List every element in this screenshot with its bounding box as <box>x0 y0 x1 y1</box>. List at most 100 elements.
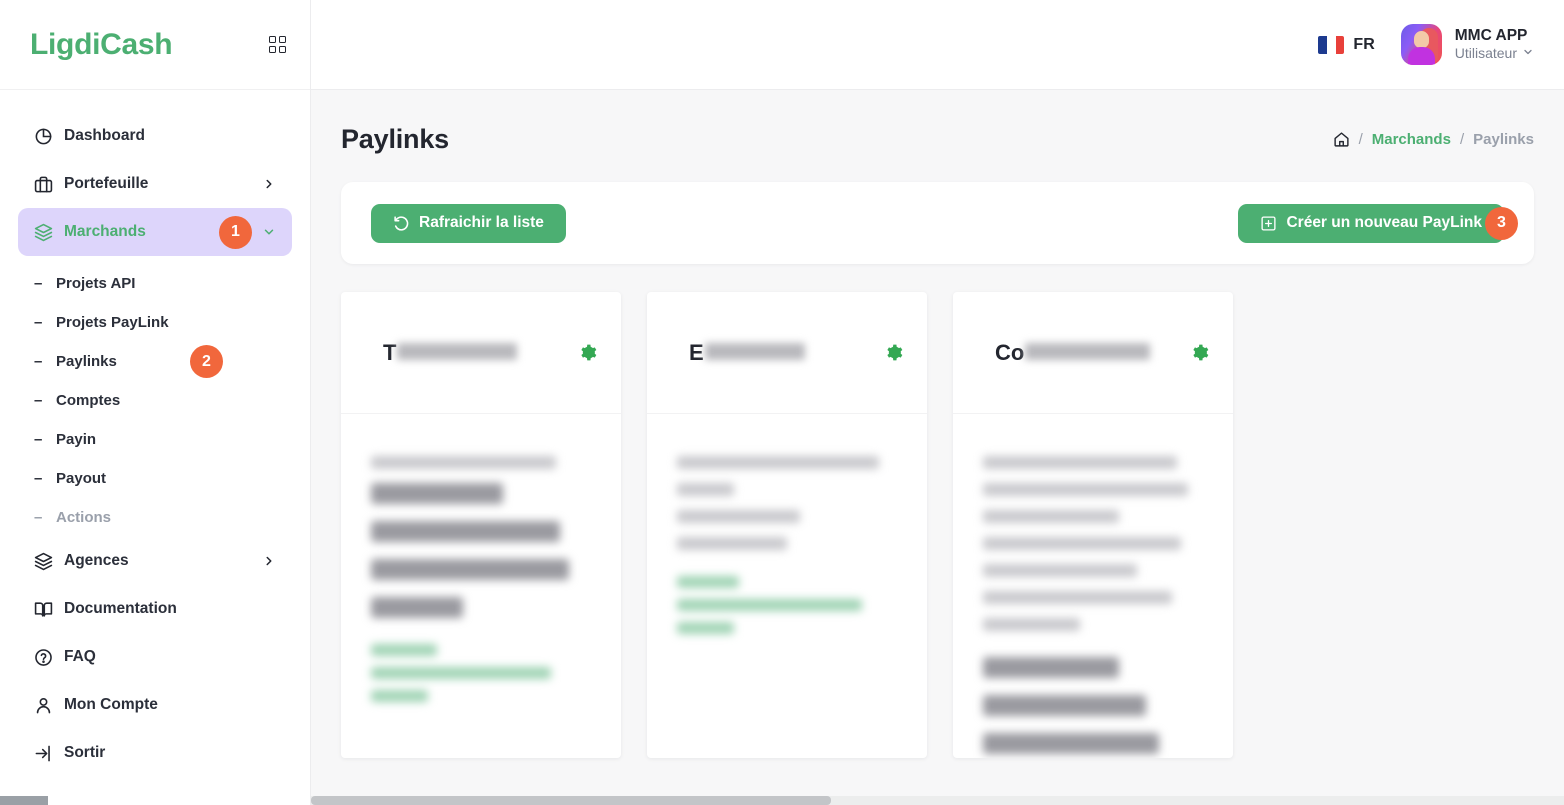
gear-icon[interactable] <box>1190 343 1209 362</box>
layers-icon <box>34 552 64 571</box>
horizontal-scrollbar[interactable] <box>311 796 1564 805</box>
sidebar-item-faq[interactable]: FAQ <box>18 633 292 681</box>
sidebar-subitem-payin[interactable]: – Payin <box>18 420 292 459</box>
sidebar-item-documentation[interactable]: Documentation <box>18 585 292 633</box>
sidebar-item-label: Portefeuille <box>64 175 149 192</box>
redacted-line <box>371 559 569 580</box>
user-role-label: Utilisateur <box>1454 45 1517 62</box>
redacted-line <box>677 537 787 550</box>
card-title: E <box>689 340 805 366</box>
redacted-line <box>983 733 1159 754</box>
sidebar-item-mon-compte[interactable]: Mon Compte <box>18 681 292 729</box>
paylink-card[interactable]: E <box>647 292 927 758</box>
dash-marker: – <box>34 392 43 409</box>
sidebar-item-agences[interactable]: Agences <box>18 537 292 585</box>
card-body <box>647 414 927 758</box>
sidebar-item-label: Sortir <box>64 744 106 761</box>
sidebar-subitem-actions[interactable]: – Actions <box>18 498 292 537</box>
redacted-line <box>983 618 1080 631</box>
sidebar-subitem-projets-api[interactable]: – Projets API <box>18 264 292 303</box>
avatar <box>1400 24 1442 65</box>
home-icon[interactable] <box>1333 131 1350 148</box>
sidebar-subitem-label: Projets API <box>56 275 136 292</box>
sidebar-badge-paylinks: 2 <box>190 345 223 378</box>
plus-square-icon <box>1260 215 1277 232</box>
sidebar-item-marchands[interactable]: Marchands 1 <box>18 208 292 256</box>
card-title-text: E <box>689 339 704 365</box>
sidebar-item-label: Mon Compte <box>64 696 158 713</box>
sidebar: LigdiCash Dashboard Portefeuille Marchan… <box>0 0 311 805</box>
redacted-line <box>677 510 801 523</box>
layers-icon <box>34 223 64 242</box>
redacted-line <box>371 483 503 504</box>
redacted-line <box>371 521 561 542</box>
sidebar-nav: Dashboard Portefeuille Marchands 1 – Pro… <box>0 90 310 805</box>
dash-marker: – <box>34 275 43 292</box>
paylink-card[interactable]: Co <box>953 292 1233 758</box>
sidebar-item-dashboard[interactable]: Dashboard <box>18 112 292 160</box>
refresh-list-button[interactable]: Rafraichir la liste <box>371 203 566 243</box>
toolbar: Rafraichir la liste Créer un nouveau Pay… <box>341 182 1534 264</box>
create-paylink-label: Créer un nouveau PayLink <box>1286 214 1482 231</box>
dash-marker: – <box>34 353 43 370</box>
sidebar-subitem-label: Payin <box>56 431 97 448</box>
sidebar-item-portefeuille[interactable]: Portefeuille <box>18 160 292 208</box>
breadcrumb-separator: / <box>1459 130 1465 148</box>
chevron-right-icon <box>262 554 276 568</box>
content-area: Paylinks / Marchands / Paylinks Rafraich… <box>311 90 1564 805</box>
topbar: FR MMC APP Utilisateur <box>311 0 1564 90</box>
gear-icon[interactable] <box>884 343 903 362</box>
sidebar-item-label: Documentation <box>64 600 177 617</box>
card-title-text: T <box>383 339 397 365</box>
sidebar-item-label: Dashboard <box>64 127 145 144</box>
redacted-line <box>983 591 1173 604</box>
chevron-down-icon[interactable] <box>262 225 276 239</box>
user-meta: MMC APP Utilisateur <box>1455 26 1534 63</box>
create-paylink-badge: 3 <box>1485 206 1518 240</box>
redacted-line <box>983 537 1181 550</box>
breadcrumb-separator: / <box>1358 130 1363 148</box>
badge-slot: 2 <box>117 345 276 378</box>
sidebar-item-sortir[interactable]: Sortir <box>18 729 292 777</box>
paylink-cards-scroller[interactable]: T E Co <box>341 292 1534 762</box>
sidebar-subitem-label: Projets PayLink <box>56 314 169 331</box>
sidebar-subitem-payout[interactable]: – Payout <box>18 459 292 498</box>
sidebar-subitem-label: Comptes <box>56 392 121 409</box>
scrollbar-thumb[interactable] <box>311 796 831 805</box>
book-icon <box>34 600 64 619</box>
redacted-line <box>983 483 1188 496</box>
sidebar-subitem-comptes[interactable]: – Comptes <box>18 381 292 420</box>
sidebar-badge-marchands: 1 <box>219 215 252 249</box>
card-body <box>341 414 621 758</box>
create-paylink-button[interactable]: Créer un nouveau PayLink <box>1238 203 1504 243</box>
user-role: Utilisateur <box>1455 45 1534 63</box>
dash-marker: – <box>34 314 43 331</box>
sidebar-subitem-projets-paylink[interactable]: – Projets PayLink <box>18 303 292 342</box>
redacted-line <box>371 456 556 469</box>
paylink-card[interactable]: T <box>341 292 621 758</box>
sidebar-item-label: Agences <box>64 552 129 569</box>
card-title: Co <box>995 340 1151 366</box>
chevron-down-icon[interactable] <box>1522 46 1534 62</box>
dash-marker: – <box>34 509 43 526</box>
gear-icon[interactable] <box>578 343 597 362</box>
redacted-line-green <box>371 690 429 702</box>
dash-marker: – <box>34 431 43 448</box>
redacted-line <box>983 657 1120 678</box>
grid-icon[interactable] <box>269 36 286 53</box>
page-title: Paylinks <box>341 123 449 154</box>
sidebar-subitem-paylinks[interactable]: – Paylinks 2 <box>18 342 292 381</box>
user-menu[interactable]: MMC APP Utilisateur <box>1400 24 1534 65</box>
redacted-line <box>983 695 1146 716</box>
redacted-line <box>371 597 464 618</box>
breadcrumb-link-marchands[interactable]: Marchands <box>1372 131 1451 148</box>
pie-chart-icon <box>34 127 64 146</box>
sidebar-item-label: Marchands <box>64 223 146 240</box>
sidebar-subitem-label: Actions <box>56 509 112 526</box>
redacted-line <box>983 510 1120 523</box>
user-name: MMC APP <box>1454 27 1528 45</box>
language-selector[interactable]: FR <box>1318 35 1375 54</box>
user-icon <box>34 696 64 715</box>
scrollbar-left-cap[interactable] <box>0 796 48 805</box>
